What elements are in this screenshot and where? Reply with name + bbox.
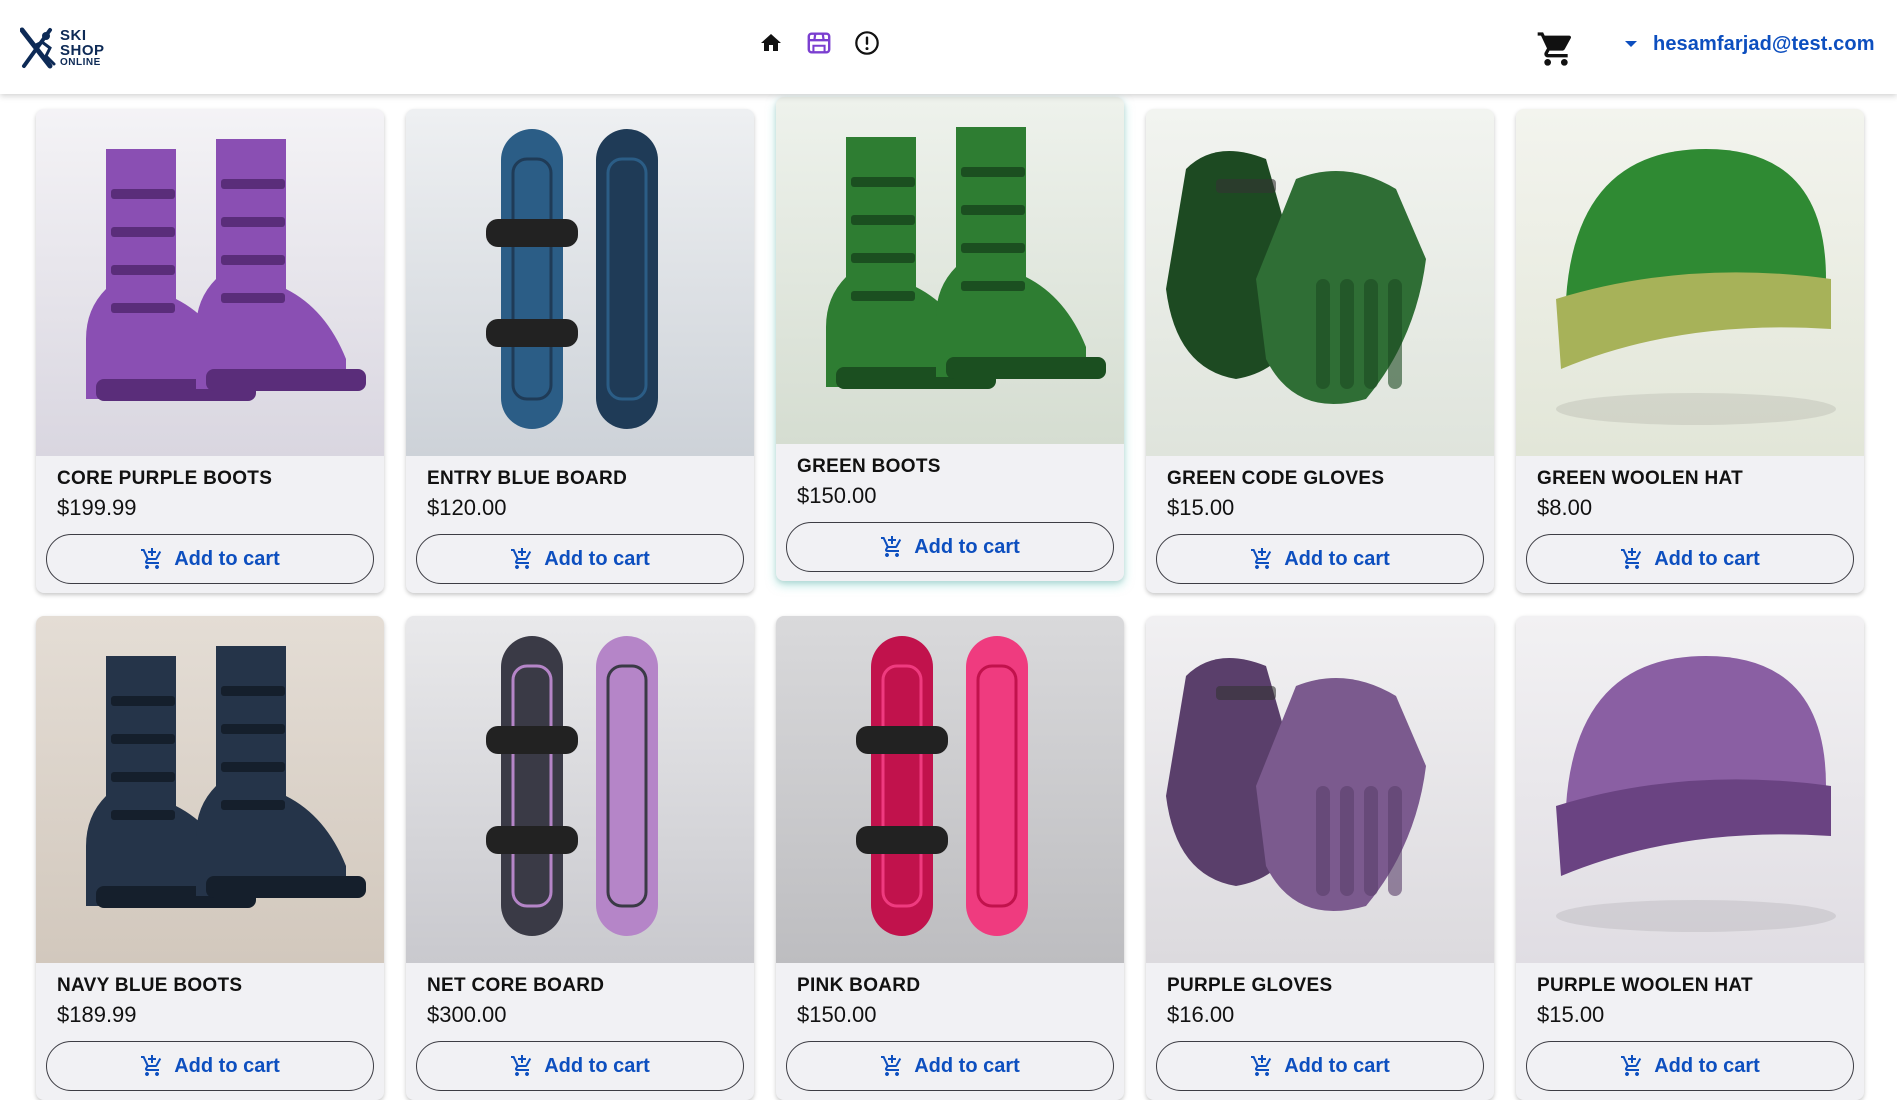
product-image — [406, 616, 754, 963]
product-price: $189.99 — [57, 1002, 137, 1027]
logo-text-online: ONLINE — [60, 57, 101, 68]
product-card-5[interactable]: GREEN WOOLEN HAT $8.00 Add to cart — [1516, 109, 1864, 593]
add-to-cart-label: Add to cart — [174, 1054, 280, 1077]
product-card-8[interactable]: PINK BOARD $150.00 Add to cart — [776, 616, 1124, 1100]
add-shopping-cart-icon — [141, 1055, 162, 1076]
product-card-7[interactable]: NET CORE BOARD $300.00 Add to cart — [406, 616, 754, 1100]
product-name: CORE PURPLE BOOTS — [57, 468, 273, 489]
main-nav — [758, 28, 880, 58]
add-to-cart-label: Add to cart — [914, 535, 1020, 558]
product-name: PINK BOARD — [797, 975, 921, 996]
product-card-1[interactable]: CORE PURPLE BOOTS $199.99 Add to cart — [36, 109, 384, 593]
add-to-cart-label: Add to cart — [544, 547, 650, 570]
add-to-cart-button[interactable]: Add to cart — [786, 1041, 1114, 1091]
product-image — [1146, 109, 1494, 456]
add-shopping-cart-icon — [1251, 548, 1272, 569]
add-to-cart-button[interactable]: Add to cart — [786, 522, 1114, 572]
product-card-10[interactable]: PURPLE WOOLEN HAT $15.00 Add to cart — [1516, 616, 1864, 1100]
alert-icon — [855, 31, 879, 55]
product-image — [776, 97, 1124, 444]
product-name: ENTRY BLUE BOARD — [427, 468, 628, 489]
product-image — [776, 616, 1124, 963]
add-shopping-cart-icon — [511, 548, 532, 569]
add-to-cart-label: Add to cart — [1654, 547, 1760, 570]
product-image — [1146, 616, 1494, 963]
add-to-cart-button[interactable]: Add to cart — [416, 534, 744, 584]
add-to-cart-button[interactable]: Add to cart — [46, 1041, 374, 1091]
product-card-4[interactable]: GREEN CODE GLOVES $15.00 Add to cart — [1146, 109, 1494, 593]
product-image — [36, 616, 384, 963]
ski-shop-logo[interactable]: SKI SHOP ONLINE — [20, 26, 105, 70]
cart-icon — [1537, 32, 1572, 66]
product-image — [1516, 109, 1864, 456]
product-name: PURPLE WOOLEN HAT — [1537, 975, 1753, 996]
add-to-cart-button[interactable]: Add to cart — [1526, 534, 1854, 584]
add-shopping-cart-icon — [1621, 1055, 1642, 1076]
add-to-cart-label: Add to cart — [174, 547, 280, 570]
store-icon — [807, 32, 831, 54]
product-name: NET CORE BOARD — [427, 975, 605, 996]
add-to-cart-label: Add to cart — [1284, 547, 1390, 570]
product-image — [36, 109, 384, 456]
product-price: $16.00 — [1167, 1002, 1235, 1027]
product-price: $15.00 — [1537, 1002, 1605, 1027]
add-shopping-cart-icon — [511, 1055, 532, 1076]
product-price: $300.00 — [427, 1002, 507, 1027]
cart-button[interactable] — [1536, 29, 1576, 69]
add-shopping-cart-icon — [1251, 1055, 1272, 1076]
product-price: $199.99 — [57, 495, 137, 520]
product-name: PURPLE GLOVES — [1167, 975, 1333, 996]
product-image — [406, 109, 754, 456]
add-to-cart-button[interactable]: Add to cart — [46, 534, 374, 584]
product-price: $8.00 — [1537, 495, 1593, 520]
user-menu-dropdown[interactable]: hesamfarjad@test.com — [1625, 30, 1875, 58]
product-price: $150.00 — [797, 1002, 877, 1027]
add-to-cart-label: Add to cart — [1284, 1054, 1390, 1077]
add-to-cart-label: Add to cart — [544, 1054, 650, 1077]
add-to-cart-label: Add to cart — [1654, 1054, 1760, 1077]
product-price: $120.00 — [427, 495, 507, 520]
add-to-cart-button[interactable]: Add to cart — [1156, 1041, 1484, 1091]
nav-info-button[interactable] — [854, 28, 880, 58]
product-price: $15.00 — [1167, 495, 1235, 520]
product-card-9[interactable]: PURPLE GLOVES $16.00 Add to cart — [1146, 616, 1494, 1100]
product-name: NAVY BLUE BOOTS — [57, 975, 243, 996]
add-to-cart-label: Add to cart — [914, 1054, 1020, 1077]
add-shopping-cart-icon — [881, 536, 902, 557]
nav-store-button[interactable] — [806, 28, 832, 58]
product-card-6[interactable]: NAVY BLUE BOOTS $189.99 Add to cart — [36, 616, 384, 1100]
logo-text-shop: SHOP — [60, 42, 105, 59]
product-price: $150.00 — [797, 483, 877, 508]
add-to-cart-button[interactable]: Add to cart — [1526, 1041, 1854, 1091]
logo-text-ski: SKI — [60, 27, 87, 44]
home-icon — [761, 34, 781, 51]
skier-logo-icon — [20, 27, 56, 69]
nav-home-button[interactable] — [758, 28, 784, 58]
product-card-2[interactable]: ENTRY BLUE BOARD $120.00 Add to cart — [406, 109, 754, 593]
logo-wordmark: SKI SHOP ONLINE — [60, 28, 105, 68]
product-image — [1516, 616, 1864, 963]
product-name: GREEN CODE GLOVES — [1167, 468, 1385, 489]
add-shopping-cart-icon — [881, 1055, 902, 1076]
top-app-bar: SKI SHOP ONLINE hesamfarjad@test.com — [0, 0, 1897, 94]
add-to-cart-button[interactable]: Add to cart — [416, 1041, 744, 1091]
product-name: GREEN WOOLEN HAT — [1537, 468, 1744, 489]
product-name: GREEN BOOTS — [797, 456, 941, 477]
add-shopping-cart-icon — [1621, 548, 1642, 569]
chevron-down-icon — [1625, 41, 1637, 47]
product-card-3[interactable]: GREEN BOOTS $150.00 Add to cart — [776, 97, 1124, 581]
add-to-cart-button[interactable]: Add to cart — [1156, 534, 1484, 584]
user-email: hesamfarjad@test.com — [1653, 32, 1875, 55]
add-shopping-cart-icon — [141, 548, 162, 569]
